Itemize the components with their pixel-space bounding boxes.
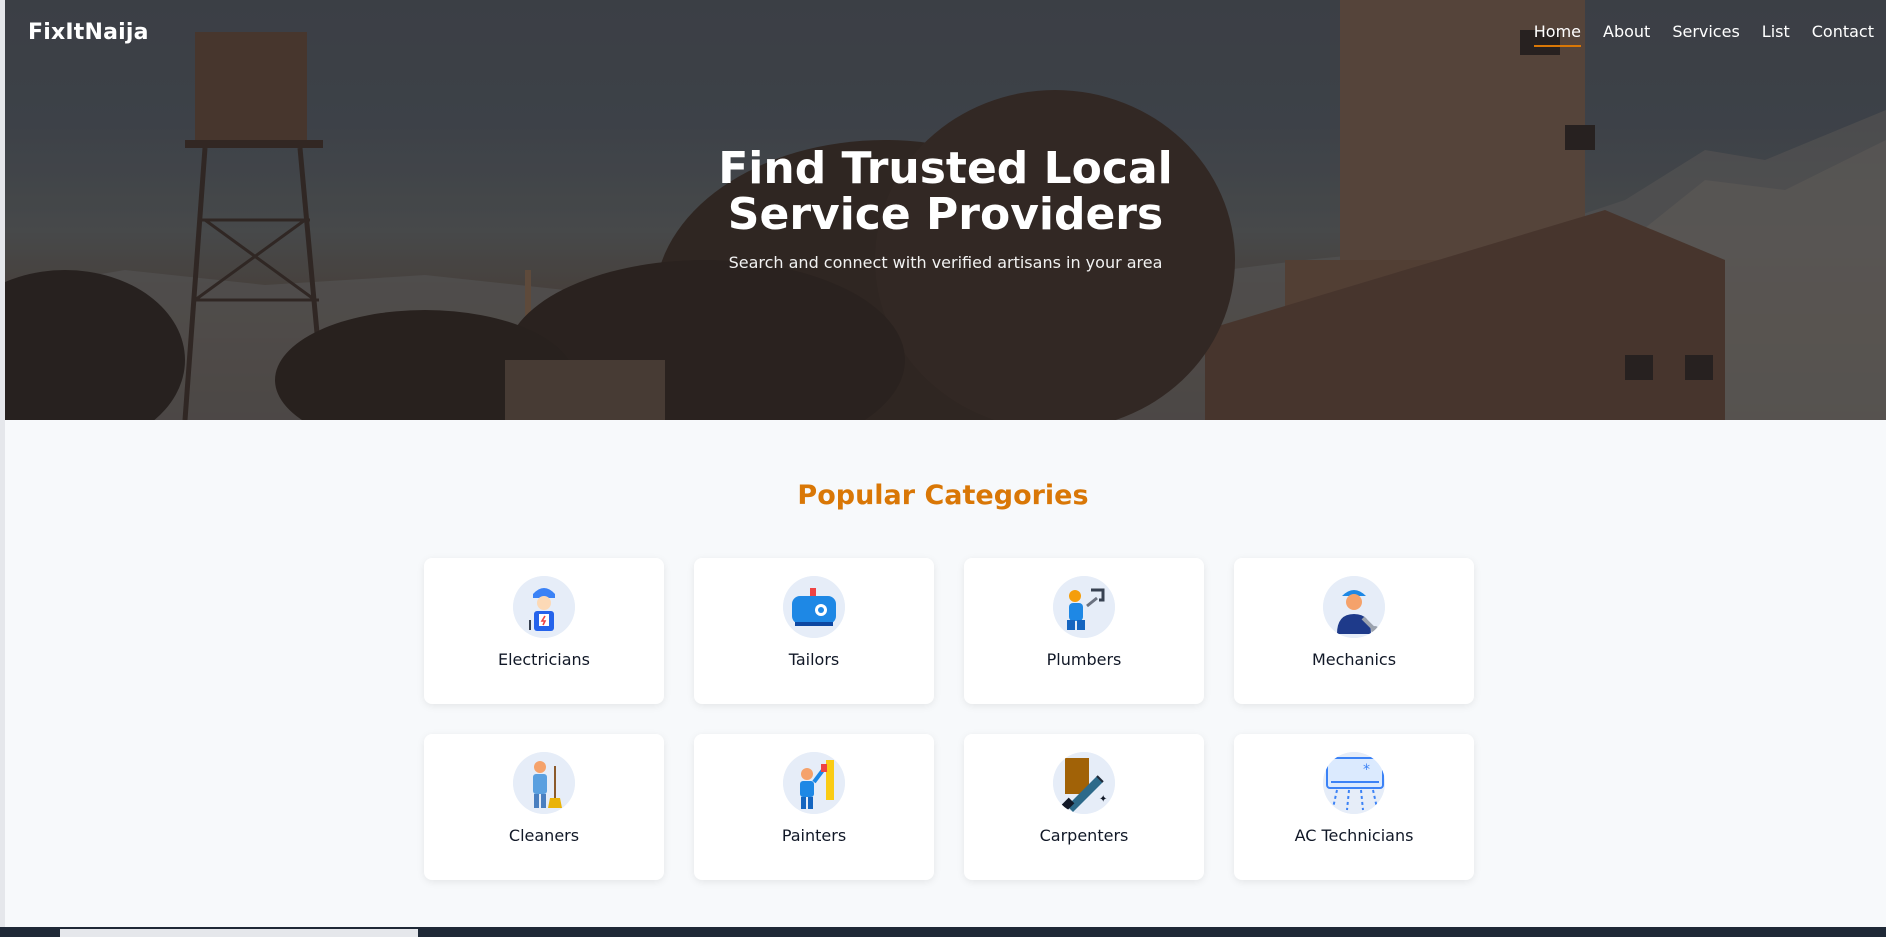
painter-icon [783, 752, 845, 814]
category-label: Painters [781, 826, 847, 845]
category-card-carpenters[interactable]: ✦ Carpenters [964, 734, 1204, 880]
category-card-tailors[interactable]: Tailors [694, 558, 934, 704]
nav-contact[interactable]: Contact [1812, 22, 1874, 47]
plumber-icon [1053, 576, 1115, 638]
category-label: Mechanics [1311, 650, 1397, 669]
taskbar-segment [60, 929, 418, 937]
hero-subtitle: Search and connect with verified artisan… [728, 253, 1163, 272]
category-card-cleaners[interactable]: Cleaners [424, 734, 664, 880]
category-label: Electricians [497, 650, 590, 669]
category-card-mechanics[interactable]: Mechanics [1234, 558, 1474, 704]
category-card-plumbers[interactable]: Plumbers [964, 558, 1204, 704]
main-nav: Home About Services List Contact [1533, 22, 1874, 47]
page: FixItNaija Home About Services List Cont… [0, 0, 1886, 937]
cleaner-icon [513, 752, 575, 814]
nav-services[interactable]: Services [1672, 22, 1739, 47]
category-label: Plumbers [1046, 650, 1122, 669]
brand-logo[interactable]: FixItNaija [28, 20, 149, 45]
category-card-ac-technicians[interactable]: * AC Technicians [1234, 734, 1474, 880]
electrician-icon [513, 576, 575, 638]
category-card-painters[interactable]: Painters [694, 734, 934, 880]
nav-list[interactable]: List [1762, 22, 1790, 47]
nav-home[interactable]: Home [1533, 22, 1581, 47]
categories-title: Popular Categories [797, 480, 1089, 511]
svg-text:*: * [1363, 762, 1370, 778]
categories-grid: Electricians Tailors Plumbers Mechanics … [424, 558, 1474, 880]
mechanic-icon [1323, 576, 1385, 638]
category-label: AC Technicians [1294, 826, 1414, 845]
taskbar-strip [0, 927, 1886, 937]
svg-text:✦: ✦ [1099, 794, 1107, 805]
air-conditioner-icon: * [1323, 752, 1385, 814]
category-label: Tailors [788, 650, 840, 669]
nav-about[interactable]: About [1603, 22, 1650, 47]
hero-section: FixItNaija Home About Services List Cont… [5, 0, 1886, 420]
category-label: Cleaners [508, 826, 580, 845]
category-card-electricians[interactable]: Electricians [424, 558, 664, 704]
category-label: Carpenters [1039, 826, 1129, 845]
sewing-machine-icon [783, 576, 845, 638]
carpenter-saw-icon: ✦ [1053, 752, 1115, 814]
hero-title: Find Trusted Local Service Providers [718, 143, 1173, 240]
